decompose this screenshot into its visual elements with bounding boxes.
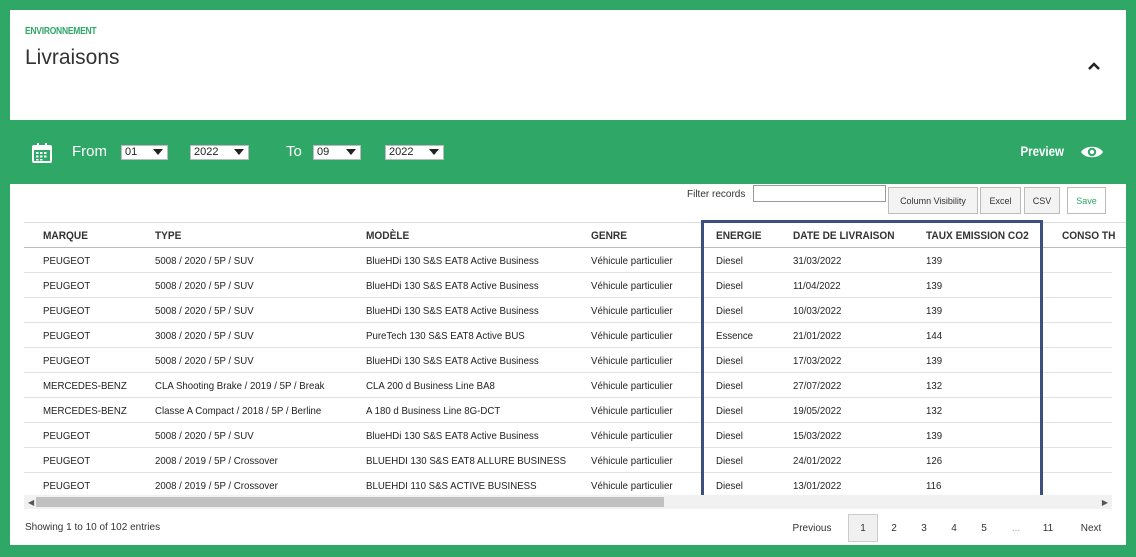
cell-genre: Véhicule particulier — [591, 280, 673, 292]
cell-modele: BlueHDi 130 S&S EAT8 Active Business — [366, 305, 539, 317]
pagination-page-2[interactable]: 2 — [884, 514, 904, 542]
highlight-box — [701, 220, 1043, 501]
pagination-page-11[interactable]: 11 — [1038, 514, 1058, 542]
to-year-value: 2022 — [389, 146, 414, 158]
date-toolbar: From 01 2022 To 09 2022 Preview — [10, 120, 1126, 184]
pagination-page-5[interactable]: 5 — [974, 514, 994, 542]
horizontal-scrollbar[interactable]: ◀ ▶ — [24, 495, 1112, 509]
cell-marque: MERCEDES-BENZ — [43, 405, 127, 417]
caret-down-icon — [153, 149, 163, 155]
to-year-select[interactable]: 2022 — [385, 145, 444, 160]
column-header-modele[interactable]: MODÈLE — [366, 230, 409, 242]
caret-down-icon — [234, 149, 244, 155]
cell-modele: A 180 d Business Line 8G-DCT — [366, 405, 501, 417]
to-month-value: 09 — [317, 146, 330, 158]
pagination-next[interactable]: Next — [1074, 514, 1108, 542]
cell-marque: PEUGEOT — [43, 455, 91, 467]
cell-marque: PEUGEOT — [43, 355, 91, 367]
filter-input[interactable] — [753, 185, 886, 202]
cell-marque: PEUGEOT — [43, 255, 91, 267]
cell-marque: PEUGEOT — [43, 430, 91, 442]
cell-modele: BlueHDi 130 S&S EAT8 Active Business — [366, 280, 539, 292]
cell-genre: Véhicule particulier — [591, 255, 673, 267]
cell-marque: PEUGEOT — [43, 280, 91, 292]
cell-type: 5008 / 2020 / 5P / SUV — [155, 305, 254, 317]
page-title: Livraisons — [25, 46, 120, 69]
cell-marque: MERCEDES-BENZ — [43, 380, 127, 392]
cell-genre: Véhicule particulier — [591, 305, 673, 317]
table-panel: Filter records Column Visibility Excel C… — [10, 184, 1126, 545]
column-header-marque[interactable]: MARQUE — [43, 230, 88, 242]
cell-marque: PEUGEOT — [43, 305, 91, 317]
cell-marque: PEUGEOT — [43, 480, 91, 492]
eye-icon[interactable] — [1080, 144, 1104, 160]
pagination-page-1[interactable]: 1 — [848, 514, 878, 542]
cell-genre: Véhicule particulier — [591, 405, 673, 417]
cell-modele: BlueHDi 130 S&S EAT8 Active Business — [366, 255, 539, 267]
cell-genre: Véhicule particulier — [591, 430, 673, 442]
excel-button[interactable]: Excel — [980, 187, 1021, 214]
cell-genre: Véhicule particulier — [591, 380, 673, 392]
entries-info: Showing 1 to 10 of 102 entries — [25, 522, 161, 533]
cell-modele: PureTech 130 S&S EAT8 Active BUS — [366, 330, 525, 342]
from-year-select[interactable]: 2022 — [190, 145, 249, 160]
column-visibility-button[interactable]: Column Visibility — [888, 187, 978, 214]
cell-genre: Véhicule particulier — [591, 455, 673, 467]
section-label: ENVIRONNEMENT — [25, 26, 97, 37]
cell-type: 5008 / 2020 / 5P / SUV — [155, 355, 254, 367]
pagination-ellipsis: ... — [1011, 522, 1021, 534]
pagination-page-4[interactable]: 4 — [944, 514, 964, 542]
scrollbar-thumb[interactable] — [36, 497, 664, 507]
cell-genre: Véhicule particulier — [591, 355, 673, 367]
from-month-select[interactable]: 01 — [121, 145, 168, 160]
save-button[interactable]: Save — [1067, 187, 1106, 214]
to-month-select[interactable]: 09 — [313, 145, 361, 160]
cell-marque: PEUGEOT — [43, 330, 91, 342]
from-month-value: 01 — [125, 146, 138, 158]
cell-modele: BLUEHDI 130 S&S EAT8 ALLURE BUSINESS — [366, 455, 567, 467]
cell-genre: Véhicule particulier — [591, 330, 673, 342]
cell-type: 3008 / 2020 / 5P / SUV — [155, 330, 254, 342]
caret-down-icon — [346, 149, 356, 155]
pagination-page-3[interactable]: 3 — [914, 514, 934, 542]
column-header-conso[interactable]: CONSO TH — [1062, 230, 1115, 242]
cell-type: Classe A Compact / 2018 / 5P / Berline — [155, 405, 322, 417]
caret-down-icon — [429, 149, 439, 155]
pagination-previous[interactable]: Previous — [788, 514, 836, 542]
from-year-value: 2022 — [194, 146, 219, 158]
cell-modele: BlueHDi 130 S&S EAT8 Active Business — [366, 355, 539, 367]
calendar-icon[interactable] — [31, 142, 53, 164]
cell-type: 2008 / 2019 / 5P / Crossover — [155, 455, 278, 467]
cell-modele: BLUEHDI 110 S&S ACTIVE BUSINESS — [366, 480, 537, 492]
cell-modele: BlueHDi 130 S&S EAT8 Active Business — [366, 430, 539, 442]
filter-label: Filter records — [687, 189, 746, 200]
cell-type: CLA Shooting Brake / 2019 / 5P / Break — [155, 380, 325, 392]
column-header-genre[interactable]: GENRE — [591, 230, 627, 242]
cell-type: 5008 / 2020 / 5P / SUV — [155, 430, 254, 442]
cell-type: 5008 / 2020 / 5P / SUV — [155, 280, 254, 292]
cell-genre: Véhicule particulier — [591, 480, 673, 492]
to-label: To — [286, 143, 302, 160]
column-header-type[interactable]: TYPE — [155, 230, 181, 242]
from-label: From — [72, 143, 107, 160]
scroll-left-icon[interactable]: ◀ — [28, 498, 34, 507]
cell-type: 2008 / 2019 / 5P / Crossover — [155, 480, 278, 492]
cell-modele: CLA 200 d Business Line BA8 — [366, 380, 495, 392]
chevron-up-icon[interactable] — [1086, 59, 1102, 73]
cell-type: 5008 / 2020 / 5P / SUV — [155, 255, 254, 267]
preview-label[interactable]: Preview — [1021, 143, 1064, 159]
scroll-right-icon[interactable]: ▶ — [1102, 498, 1108, 507]
header-card: ENVIRONNEMENT Livraisons — [10, 10, 1126, 120]
csv-button[interactable]: CSV — [1024, 187, 1060, 214]
